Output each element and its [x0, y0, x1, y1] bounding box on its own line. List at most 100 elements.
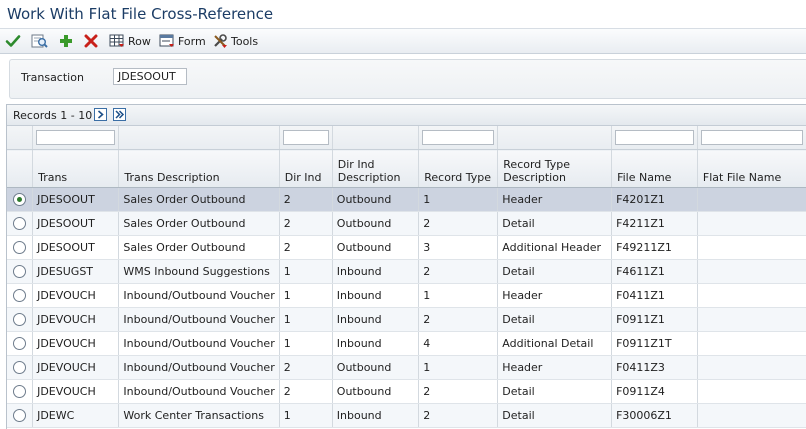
- row-radio-button[interactable]: [13, 265, 27, 279]
- column-header-file-name[interactable]: File Name: [611, 149, 698, 188]
- column-header-trans[interactable]: Trans: [32, 149, 120, 188]
- filter-panel: Transaction JDESOOUT: [9, 59, 806, 99]
- row-select-cell[interactable]: [7, 235, 34, 260]
- table-row[interactable]: JDEVOUCH Inbound/Outbound Voucher 1 Inbound…: [7, 307, 806, 332]
- delete-button[interactable]: [84, 32, 98, 50]
- last-page-icon: [114, 110, 125, 123]
- row-select-cell[interactable]: [7, 283, 34, 308]
- column-header-record-type[interactable]: Record Type: [418, 149, 499, 188]
- next-page-button[interactable]: [94, 108, 107, 121]
- qbe-select-cell: [7, 126, 34, 150]
- cell-record-type-desc: Header: [497, 187, 613, 212]
- qbe-trans-desc: [118, 126, 280, 150]
- row-radio-button[interactable]: [13, 289, 27, 303]
- qbe-file-name[interactable]: [611, 126, 698, 150]
- row-radio-button[interactable]: [13, 385, 27, 399]
- cell-trans: JDEVOUCH: [32, 283, 120, 308]
- table-row[interactable]: JDEWC Work Center Transactions 1 Inbound 2 De…: [7, 403, 806, 428]
- column-header-dir-ind-description[interactable]: Dir Ind Description: [332, 149, 420, 188]
- delete-icon: [84, 34, 98, 48]
- column-header-flat-file-name[interactable]: Flat File Name: [697, 149, 806, 188]
- cell-record-type: 3: [418, 235, 499, 260]
- title-bar: Work With Flat File Cross-Reference: [0, 0, 806, 28]
- cell-dir-ind: 1: [279, 307, 333, 332]
- cell-dir-ind: 2: [279, 187, 333, 212]
- row-menu-label: Row: [128, 34, 151, 48]
- row-menu-button[interactable]: Row: [109, 32, 151, 50]
- find-button[interactable]: [31, 32, 49, 50]
- cell-trans-desc: Work Center Transactions: [118, 403, 280, 428]
- cell-dir-ind-desc: Outbound: [332, 355, 420, 380]
- cell-file-name: F0411Z1: [611, 283, 698, 308]
- cell-file-name: F30006Z1: [611, 403, 698, 428]
- ok-button[interactable]: [5, 32, 21, 50]
- table-row[interactable]: JDESOOUT Sales Order Outbound 2 Outbound 1 He…: [7, 187, 806, 212]
- cell-trans: JDESOOUT: [32, 211, 120, 236]
- cell-flat-file-name: [697, 379, 806, 404]
- row-radio-button[interactable]: [13, 217, 27, 231]
- cell-trans-desc: Sales Order Outbound: [118, 235, 280, 260]
- cell-flat-file-name: [697, 283, 806, 308]
- row-select-cell[interactable]: [7, 403, 34, 428]
- row-radio-button[interactable]: [13, 241, 27, 255]
- row-select-cell[interactable]: [7, 379, 34, 404]
- tools-menu-button[interactable]: Tools: [212, 32, 258, 50]
- row-select-cell[interactable]: [7, 187, 34, 212]
- qbe-trans[interactable]: [32, 126, 120, 150]
- column-header-trans-description[interactable]: Trans Description: [118, 149, 280, 188]
- table-row[interactable]: JDEVOUCH Inbound/Outbound Voucher 1 Inbound…: [7, 331, 806, 356]
- cell-record-type-desc: Detail: [497, 403, 613, 428]
- form-menu-label: Form: [178, 34, 206, 48]
- row-select-cell[interactable]: [7, 211, 34, 236]
- qbe-dir-ind[interactable]: [279, 126, 333, 150]
- row-select-cell[interactable]: [7, 331, 34, 356]
- check-icon: [5, 33, 21, 49]
- header-select: [7, 149, 34, 188]
- row-select-cell[interactable]: [7, 307, 34, 332]
- cell-file-name: F4201Z1: [611, 187, 698, 212]
- row-radio-button[interactable]: [13, 337, 27, 351]
- cell-record-type: 2: [418, 259, 499, 284]
- cell-file-name: F0911Z1: [611, 307, 698, 332]
- last-page-button[interactable]: [113, 108, 126, 121]
- row-radio-button[interactable]: [13, 313, 27, 327]
- cell-dir-ind: 2: [279, 235, 333, 260]
- column-header-record-type-description[interactable]: Record Type Description: [497, 149, 613, 188]
- row-radio-button[interactable]: [13, 409, 27, 423]
- table-row[interactable]: JDEVOUCH Inbound/Outbound Voucher 1 Inbound…: [7, 283, 806, 308]
- cell-trans: JDEVOUCH: [32, 331, 120, 356]
- cell-record-type-desc: Detail: [497, 379, 613, 404]
- qbe-record-type[interactable]: [418, 126, 499, 150]
- grid: Records 1 - 10 Trans Trans Description D…: [6, 104, 806, 429]
- table-row[interactable]: JDESOOUT Sales Order Outbound 2 Outbound 2 De…: [7, 211, 806, 236]
- cell-record-type: 2: [418, 211, 499, 236]
- cell-trans-desc: Inbound/Outbound Voucher: [118, 331, 280, 356]
- cell-trans: JDEVOUCH: [32, 379, 120, 404]
- row-radio-button[interactable]: [13, 361, 27, 375]
- cell-file-name: F4211Z1: [611, 211, 698, 236]
- cell-flat-file-name: [697, 403, 806, 428]
- transaction-input[interactable]: JDESOOUT: [113, 68, 187, 85]
- table-row[interactable]: JDESOOUT Sales Order Outbound 2 Outbound 3 Ad…: [7, 235, 806, 260]
- qbe-flat-file-name[interactable]: [697, 126, 806, 150]
- tools-menu-label: Tools: [231, 34, 259, 48]
- cell-dir-ind-desc: Inbound: [332, 307, 420, 332]
- cell-file-name: F4611Z1: [611, 259, 698, 284]
- cell-file-name: F0911Z4: [611, 379, 698, 404]
- cell-trans: JDESOOUT: [32, 187, 120, 212]
- row-select-cell[interactable]: [7, 355, 34, 380]
- cell-record-type: 2: [418, 379, 499, 404]
- cell-trans-desc: Inbound/Outbound Voucher: [118, 379, 280, 404]
- table-row[interactable]: JDEVOUCH Inbound/Outbound Voucher 2 Outboun…: [7, 355, 806, 380]
- table-row[interactable]: JDESUGST WMS Inbound Suggestions 1 Inbound 2…: [7, 259, 806, 284]
- row-select-cell[interactable]: [7, 259, 34, 284]
- form-menu-button[interactable]: Form: [159, 32, 206, 50]
- row-radio-button[interactable]: [13, 193, 27, 207]
- table-row[interactable]: JDEVOUCH Inbound/Outbound Voucher 2 Outboun…: [7, 379, 806, 404]
- column-header-dir-ind[interactable]: Dir Ind: [279, 149, 333, 188]
- cell-record-type-desc: Header: [497, 355, 613, 380]
- cell-record-type: 1: [418, 283, 499, 308]
- cell-trans: JDEVOUCH: [32, 355, 120, 380]
- records-count: Records 1 - 10: [13, 109, 93, 122]
- add-button[interactable]: [59, 32, 73, 50]
